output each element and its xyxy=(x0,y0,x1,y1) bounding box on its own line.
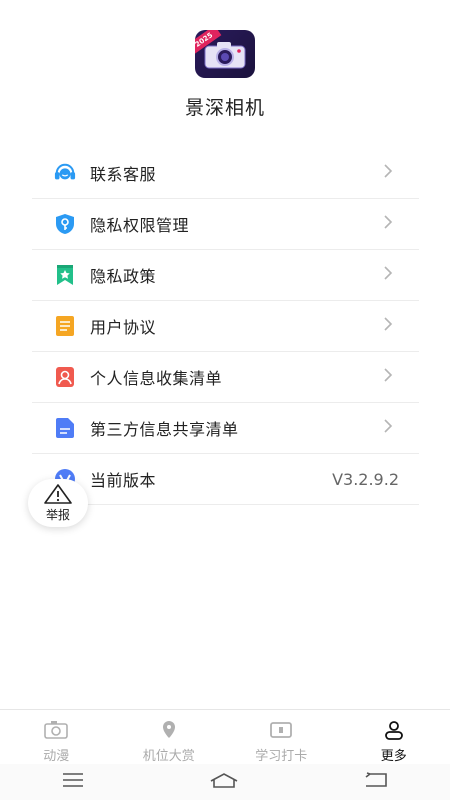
version-value: V3.2.9.2 xyxy=(332,469,399,489)
menu-item-current-version: 当前版本 V3.2.9.2 xyxy=(32,454,419,505)
document-icon xyxy=(54,315,76,337)
settings-menu: 联系客服 隐私权限管理 隐私政策 用户协议 个人信息收集清单 第三方信息共享清单… xyxy=(32,148,419,505)
report-button[interactable]: 举报 xyxy=(28,479,88,527)
menu-item-label: 个人信息收集清单 xyxy=(90,369,223,388)
menu-item-personal-info-list[interactable]: 个人信息收集清单 xyxy=(32,352,419,403)
chevron-right-icon xyxy=(383,418,397,439)
camera-outline-icon xyxy=(43,721,69,744)
location-pin-icon xyxy=(159,721,179,744)
tab-label: 学习打卡 xyxy=(255,749,308,764)
warning-icon xyxy=(28,484,88,508)
menu-item-label: 联系客服 xyxy=(90,165,157,184)
chevron-right-icon xyxy=(383,367,397,388)
file-icon xyxy=(54,417,76,439)
card-icon xyxy=(269,722,293,744)
menu-item-label: 隐私权限管理 xyxy=(90,216,190,235)
person-icon xyxy=(384,721,404,744)
home-icon[interactable] xyxy=(209,772,239,792)
report-label: 举报 xyxy=(45,508,70,522)
tab-label: 机位大赏 xyxy=(142,749,195,764)
menu-item-label: 第三方信息共享清单 xyxy=(90,420,239,439)
camera-icon xyxy=(204,42,246,69)
headset-icon xyxy=(54,162,76,184)
menu-item-label: 当前版本 xyxy=(90,471,157,490)
tab-label: 动漫 xyxy=(43,749,70,764)
menu-item-contact-support[interactable]: 联系客服 xyxy=(32,148,419,199)
system-nav-bar xyxy=(0,764,450,800)
back-icon[interactable] xyxy=(364,772,388,792)
shield-key-icon xyxy=(54,213,76,235)
app-title: 景深相机 xyxy=(184,97,265,119)
bottom-nav: 动漫 机位大赏 学习打卡 更多 xyxy=(0,709,450,765)
chevron-right-icon xyxy=(383,265,397,286)
chevron-right-icon xyxy=(383,316,397,337)
tab-camera-spots[interactable]: 机位大赏 xyxy=(113,710,226,765)
menu-item-privacy-policy[interactable]: 隐私政策 xyxy=(32,250,419,301)
app-logo: 2025 xyxy=(195,30,255,78)
menu-item-privacy-permissions[interactable]: 隐私权限管理 xyxy=(32,199,419,250)
tab-label: 更多 xyxy=(380,749,407,764)
tab-more[interactable]: 更多 xyxy=(338,710,450,765)
menu-icon[interactable] xyxy=(62,772,84,792)
app-header: 2025 景深相机 xyxy=(0,0,450,140)
bookmark-star-icon xyxy=(54,264,76,286)
tab-study-checkin[interactable]: 学习打卡 xyxy=(225,710,338,765)
menu-item-third-party-sharing[interactable]: 第三方信息共享清单 xyxy=(32,403,419,454)
menu-item-label: 隐私政策 xyxy=(90,267,157,286)
menu-item-label: 用户协议 xyxy=(90,318,157,337)
chevron-right-icon xyxy=(383,214,397,235)
chevron-right-icon xyxy=(383,163,397,184)
tab-anime[interactable]: 动漫 xyxy=(0,710,113,765)
menu-item-user-agreement[interactable]: 用户协议 xyxy=(32,301,419,352)
person-card-icon xyxy=(54,366,76,388)
